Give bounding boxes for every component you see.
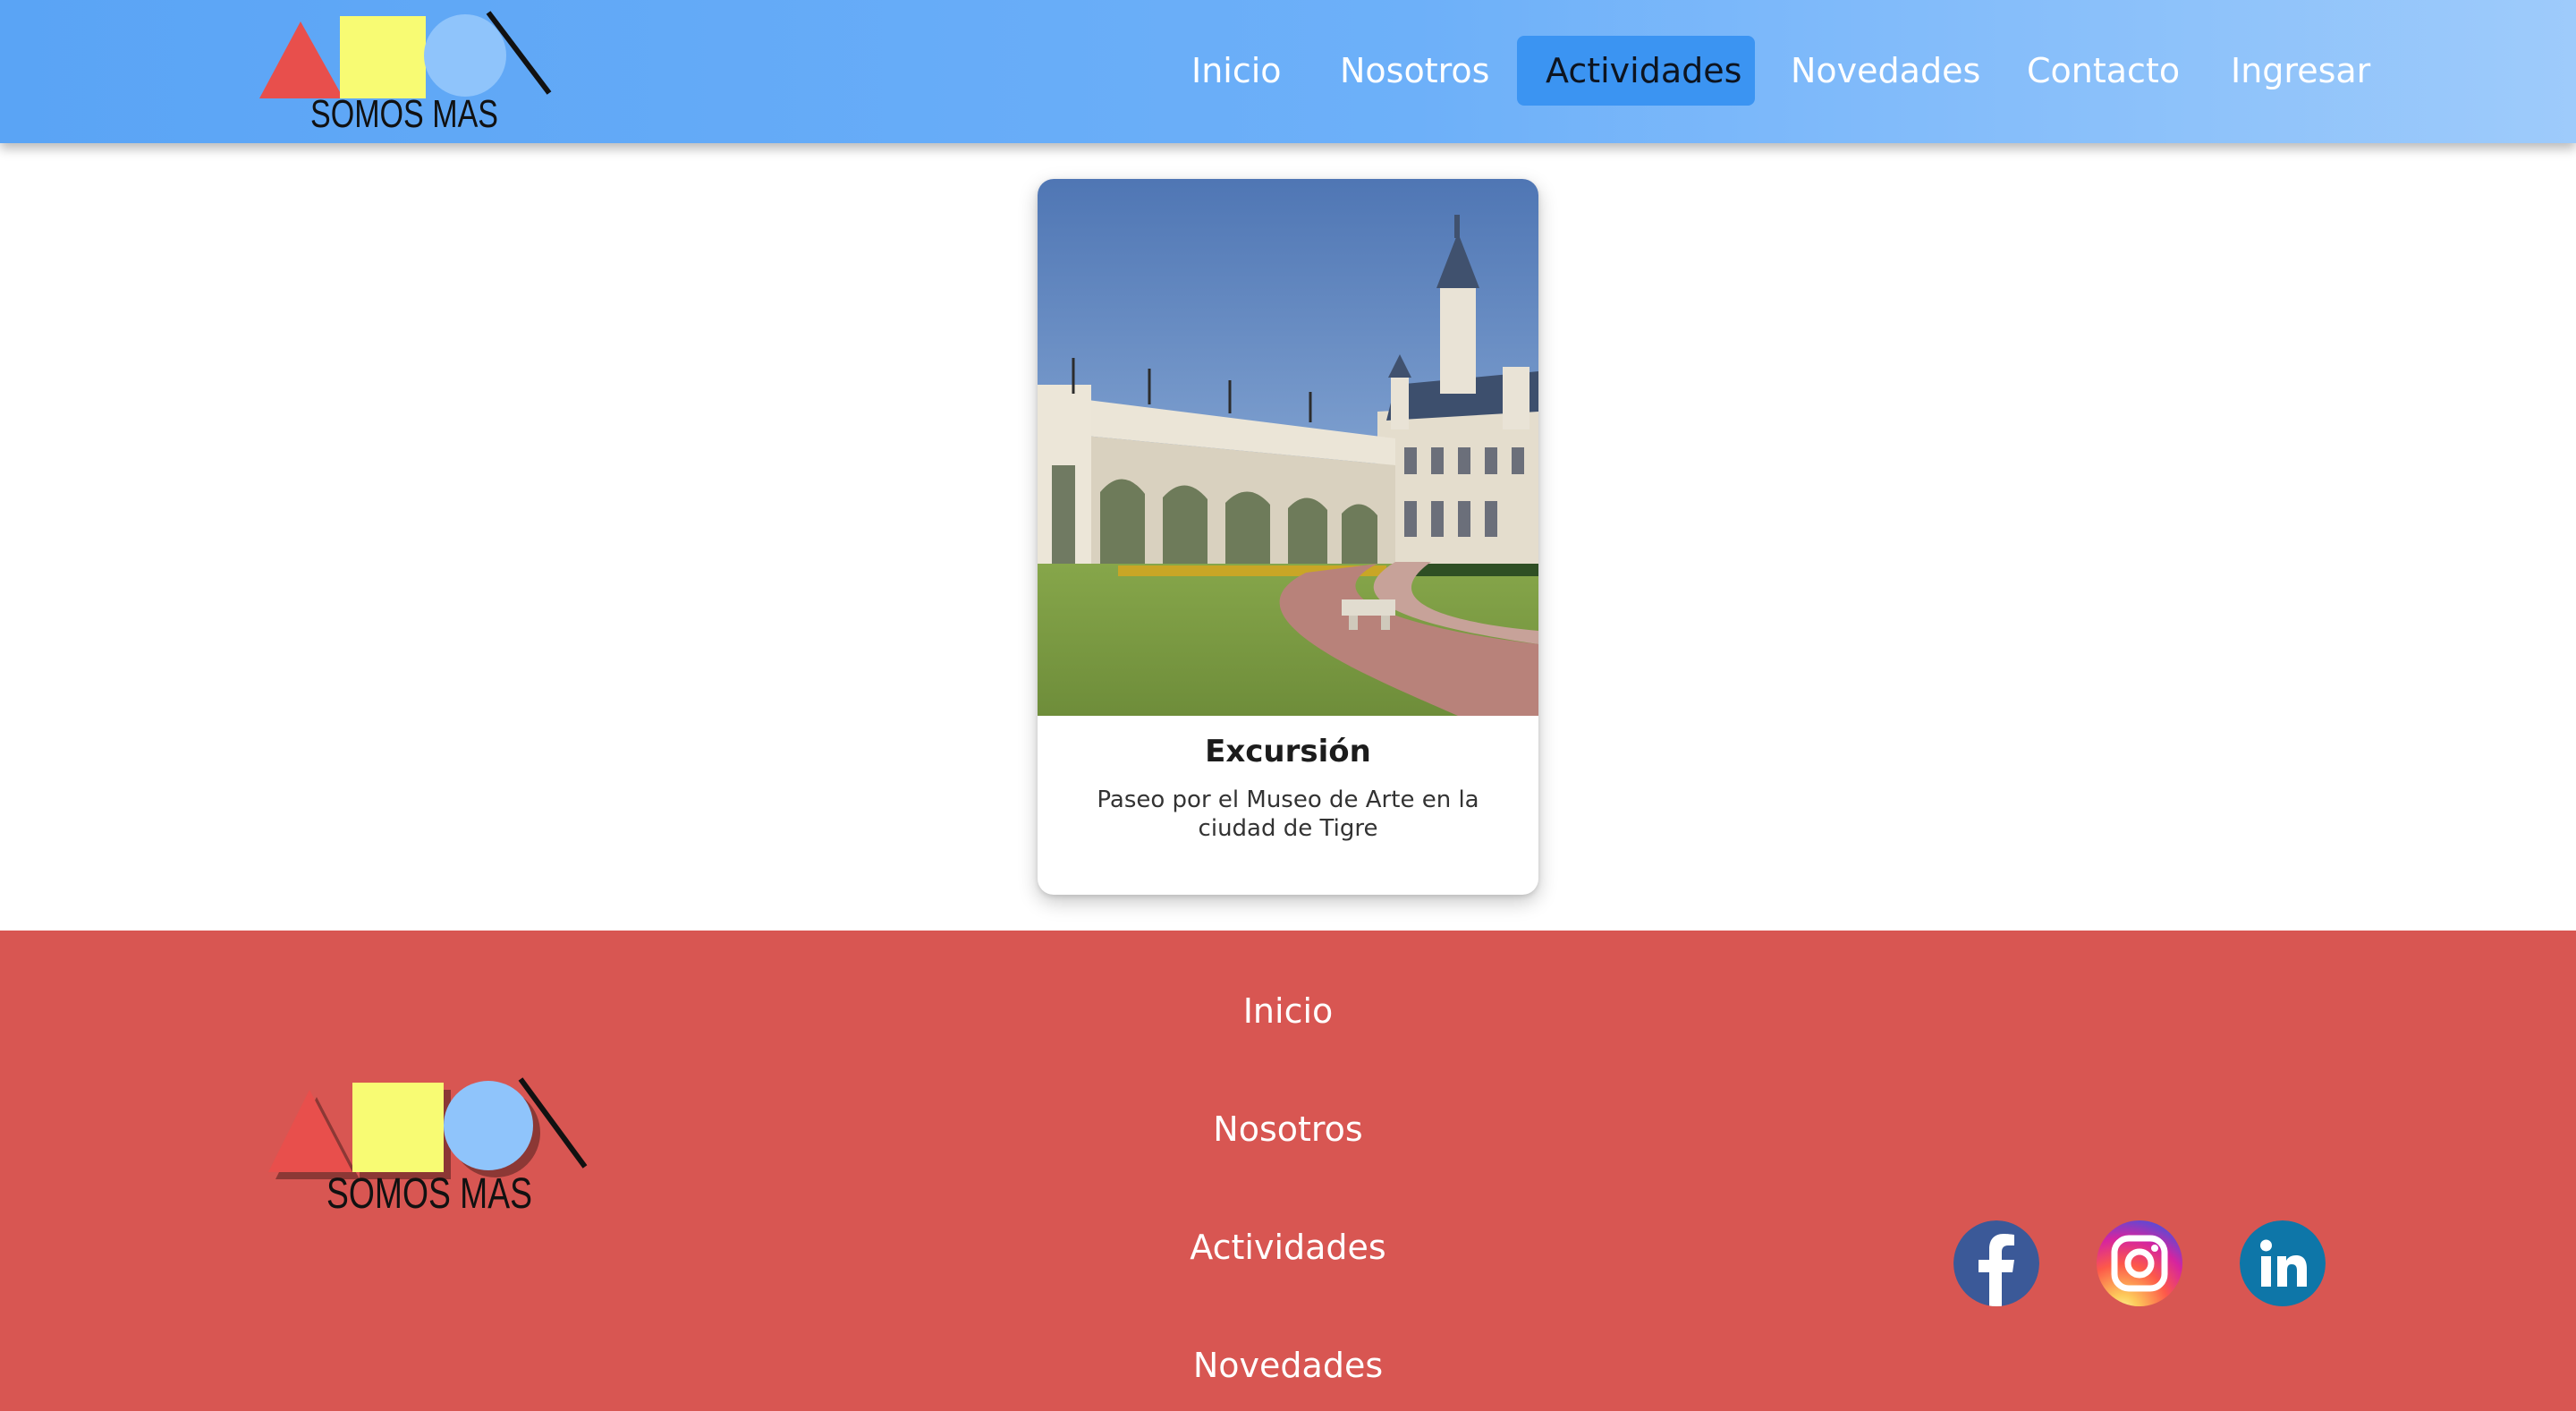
footer-link-nosotros[interactable]: Nosotros [1109,1109,1467,1149]
nav-item-inicio[interactable]: Inicio [1163,36,1310,106]
activity-photo [1038,179,1538,716]
footer-link-actividades[interactable]: Actividades [1109,1228,1467,1267]
footer-link-novedades[interactable]: Novedades [1109,1346,1467,1385]
logo-text: SOMOS MAS [326,1170,532,1218]
nav-item-novedades[interactable]: Novedades [1762,36,2009,106]
footer-link-inicio[interactable]: Inicio [1109,991,1467,1031]
nav-item-ingresar[interactable]: Ingresar [2202,36,2399,106]
nav-item-nosotros[interactable]: Nosotros [1311,36,1518,106]
main-nav: Inicio Nosotros Actividades Novedades Co… [0,36,2576,106]
linkedin-icon[interactable] [2240,1220,2326,1306]
activity-title: Excursión [1205,734,1371,769]
nav-item-contacto[interactable]: Contacto [1998,36,2208,106]
footer: SOMOS MAS Inicio Nosotros Actividades No… [0,931,2576,1411]
footer-logo[interactable]: SOMOS MAS [265,1074,605,1226]
logo-triangle-shape [268,1090,352,1172]
logo-circle-shape [444,1081,533,1170]
instagram-icon[interactable] [2097,1220,2182,1306]
activity-description: Paseo por el Museo de Arte en la ciudad … [1097,786,1479,842]
footer-nav: Inicio Nosotros Actividades Novedades [1109,931,1467,1411]
nav-item-actividades[interactable]: Actividades [1517,36,1755,106]
facebook-icon[interactable] [1953,1220,2039,1306]
top-navbar: SOMOS MAS Inicio Nosotros Actividades No… [0,0,2576,143]
activity-card[interactable]: Excursión Paseo por el Museo de Arte en … [1038,179,1538,895]
logo-square-shape [352,1083,444,1172]
